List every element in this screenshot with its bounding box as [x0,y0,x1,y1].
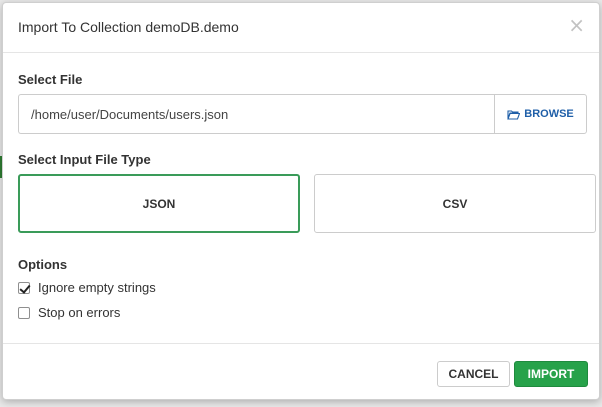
dialog-footer: CANCEL IMPORT [3,343,599,401]
ignore-empty-strings-option[interactable]: Ignore empty strings [18,280,156,295]
stop-on-errors-option[interactable]: Stop on errors [18,305,120,320]
stop-on-errors-label: Stop on errors [38,305,121,320]
file-type-label: Select Input File Type [18,152,151,167]
file-type-json-option[interactable]: JSON [18,174,300,233]
options-label: Options [18,257,68,272]
dialog-title: Import To Collection demoDB.demo [18,19,239,35]
file-picker: BROWSE [18,94,587,134]
browse-button[interactable]: BROWSE [494,94,587,134]
file-type-csv-option[interactable]: CSV [314,174,596,233]
select-file-label: Select File [18,72,83,87]
dialog-header: Import To Collection demoDB.demo × [3,3,599,53]
stop-on-errors-checkbox[interactable] [18,306,30,319]
cancel-button[interactable]: CANCEL [437,361,510,387]
csv-option-label: CSV [442,196,468,211]
folder-open-icon [507,109,521,120]
ignore-empty-strings-label: Ignore empty strings [38,280,156,295]
import-dialog: Import To Collection demoDB.demo × Selec… [2,2,600,400]
browse-label: BROWSE [524,108,574,120]
ignore-empty-strings-checkbox[interactable] [18,281,30,294]
close-icon[interactable]: × [568,15,585,35]
file-path-input[interactable] [18,94,494,134]
import-button[interactable]: IMPORT [514,361,588,387]
json-option-label: JSON [142,196,176,211]
